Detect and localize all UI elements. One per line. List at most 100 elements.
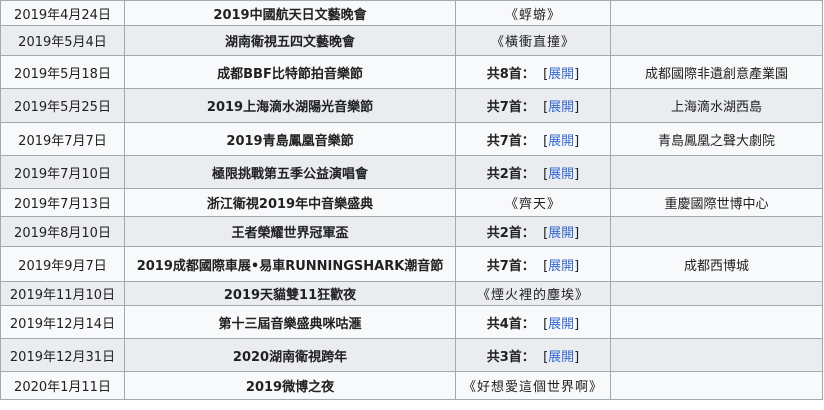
table-row: 2019年8月10日 王者榮耀世界冠軍盃 共2首： [展開] bbox=[0, 216, 823, 247]
venue-cell bbox=[610, 25, 823, 56]
venue-cell bbox=[610, 281, 823, 306]
songs-cell: 共7首： [展開] bbox=[455, 246, 611, 282]
expand-toggle[interactable]: [展開] bbox=[543, 226, 579, 241]
event-cell: 第十三屆音樂盛典咪咕滙 bbox=[124, 305, 456, 339]
table-row: 2020年1月11日 2019微博之夜 《好想愛這個世界啊》 bbox=[0, 371, 823, 400]
table-row: 2019年7月7日 2019青島鳳凰音樂節 共7首： [展開] 青島鳳凰之聲大劇院 bbox=[0, 122, 823, 156]
table-row: 2019年9月7日 2019成都國際車展•易車RUNNINGSHARK潮音節 共7首… bbox=[0, 246, 823, 282]
song-title: 《蜉蝣》 bbox=[504, 7, 561, 23]
event-cell: 2019天貓雙11狂歡夜 bbox=[124, 281, 456, 306]
table-row: 2019年12月14日 第十三屆音樂盛典咪咕滙 共4首： [展開] bbox=[0, 305, 823, 339]
table-row: 2019年12月31日 2020湖南衛視跨年 共3首： [展開] bbox=[0, 338, 823, 372]
date-cell: 2019年7月7日 bbox=[0, 122, 125, 156]
song-count: 共2首： bbox=[486, 226, 535, 241]
expand-toggle[interactable]: [展開] bbox=[543, 134, 579, 149]
event-cell: 2019上海滴水湖陽光音樂節 bbox=[124, 88, 456, 123]
song-count: 共8首： bbox=[486, 66, 535, 82]
expand-toggle[interactable]: [展開] bbox=[543, 259, 579, 274]
date-cell: 2019年5月25日 bbox=[0, 88, 125, 123]
venue-cell bbox=[610, 338, 823, 372]
event-cell: 2019成都國際車展•易車RUNNINGSHARK潮音節 bbox=[124, 246, 456, 282]
event-cell: 2019中國航天日文藝晚會 bbox=[124, 0, 456, 26]
date-cell: 2019年11月10日 bbox=[0, 281, 125, 306]
toggle-close-bracket: ] bbox=[574, 166, 580, 182]
date-cell: 2020年1月11日 bbox=[0, 371, 125, 400]
table-row: 2019年5月4日 湖南衛視五四文藝晚會 《橫衝直撞》 bbox=[0, 25, 823, 56]
event-cell: 王者榮耀世界冠軍盃 bbox=[124, 216, 456, 247]
event-cell: 極限挑戰第五季公益演唱會 bbox=[124, 155, 456, 189]
venue-cell: 上海滴水湖西島 bbox=[610, 88, 823, 123]
songs-cell: 《煙火裡的塵埃》 bbox=[455, 281, 611, 306]
song-title: 《煙火裡的塵埃》 bbox=[476, 288, 589, 303]
songs-cell: 《好想愛這個世界啊》 bbox=[455, 371, 611, 400]
songs-cell: 共8首： [展開] bbox=[455, 55, 611, 89]
toggle-close-bracket: ] bbox=[574, 349, 580, 365]
songs-cell: 共4首： [展開] bbox=[455, 305, 611, 339]
songs-cell: 共2首： [展開] bbox=[455, 155, 611, 189]
date-cell: 2019年4月24日 bbox=[0, 0, 125, 26]
venue-cell: 成都國際非遺創意產業園 bbox=[610, 55, 823, 89]
song-count: 共4首： bbox=[486, 316, 535, 332]
songs-cell: 《蜉蝣》 bbox=[455, 0, 611, 26]
expand-toggle[interactable]: [展開] bbox=[543, 317, 579, 332]
performance-table: 2019年4月24日 2019中國航天日文藝晚會 《蜉蝣》 2019年5月4日 湖南衛視… bbox=[0, 0, 823, 400]
venue-cell: 重慶國際世博中心 bbox=[610, 188, 823, 217]
toggle-close-bracket: ] bbox=[574, 133, 580, 149]
song-count: 共7首： bbox=[486, 133, 535, 149]
date-cell: 2019年5月18日 bbox=[0, 55, 125, 89]
venue-cell bbox=[610, 0, 823, 26]
expand-toggle[interactable]: [展開] bbox=[543, 350, 579, 365]
songs-cell: 《橫衝直撞》 bbox=[455, 25, 611, 56]
event-cell: 2019青島鳳凰音樂節 bbox=[124, 122, 456, 156]
venue-cell bbox=[610, 216, 823, 247]
table-row: 2019年11月10日 2019天貓雙11狂歡夜 《煙火裡的塵埃》 bbox=[0, 281, 823, 306]
date-cell: 2019年12月31日 bbox=[0, 338, 125, 372]
expand-link[interactable]: 展開 bbox=[548, 67, 574, 82]
toggle-close-bracket: ] bbox=[574, 66, 580, 82]
table-row: 2019年7月13日 浙江衛視2019年中音樂盛典 《齊天》 重慶國際世博中心 bbox=[0, 188, 823, 217]
expand-link[interactable]: 展開 bbox=[548, 167, 574, 182]
expand-toggle[interactable]: [展開] bbox=[543, 167, 579, 182]
date-cell: 2019年7月13日 bbox=[0, 188, 125, 217]
song-count: 共7首： bbox=[486, 258, 535, 274]
date-cell: 2019年5月4日 bbox=[0, 25, 125, 56]
expand-toggle[interactable]: [展開] bbox=[543, 67, 579, 82]
song-count: 共7首： bbox=[486, 100, 535, 115]
toggle-close-bracket: ] bbox=[574, 316, 580, 332]
table-row: 2019年5月18日 成都BBF比特節拍音樂節 共8首： [展開] 成都國際非遺創意產… bbox=[0, 55, 823, 89]
songs-cell: 共2首： [展開] bbox=[455, 216, 611, 247]
expand-link[interactable]: 展開 bbox=[548, 100, 574, 115]
venue-cell: 青島鳳凰之聲大劇院 bbox=[610, 122, 823, 156]
song-count: 共3首： bbox=[486, 349, 535, 365]
date-cell: 2019年7月10日 bbox=[0, 155, 125, 189]
table-row: 2019年5月25日 2019上海滴水湖陽光音樂節 共7首： [展開] 上海滴水湖西島 bbox=[0, 88, 823, 123]
song-title: 《齊天》 bbox=[504, 197, 561, 212]
date-cell: 2019年12月14日 bbox=[0, 305, 125, 339]
songs-cell: 《齊天》 bbox=[455, 188, 611, 217]
toggle-close-bracket: ] bbox=[574, 100, 580, 115]
venue-cell bbox=[610, 155, 823, 189]
event-cell: 成都BBF比特節拍音樂節 bbox=[124, 55, 456, 89]
event-cell: 2019微博之夜 bbox=[124, 371, 456, 400]
song-title: 《橫衝直撞》 bbox=[490, 35, 575, 50]
venue-cell bbox=[610, 305, 823, 339]
event-cell: 浙江衛視2019年中音樂盛典 bbox=[124, 188, 456, 217]
expand-link[interactable]: 展開 bbox=[548, 259, 574, 274]
venue-cell: 成都西博城 bbox=[610, 246, 823, 282]
table-row: 2019年4月24日 2019中國航天日文藝晚會 《蜉蝣》 bbox=[0, 0, 823, 26]
event-cell: 湖南衛視五四文藝晚會 bbox=[124, 25, 456, 56]
expand-link[interactable]: 展開 bbox=[548, 350, 574, 365]
toggle-close-bracket: ] bbox=[574, 226, 580, 241]
expand-toggle[interactable]: [展開] bbox=[543, 100, 579, 115]
event-cell: 2020湖南衛視跨年 bbox=[124, 338, 456, 372]
expand-link[interactable]: 展開 bbox=[548, 134, 574, 149]
songs-cell: 共7首： [展開] bbox=[455, 122, 611, 156]
songs-cell: 共3首： [展開] bbox=[455, 338, 611, 372]
venue-cell bbox=[610, 371, 823, 400]
expand-link[interactable]: 展開 bbox=[548, 226, 574, 241]
song-count: 共2首： bbox=[486, 166, 535, 182]
toggle-close-bracket: ] bbox=[574, 258, 580, 274]
expand-link[interactable]: 展開 bbox=[548, 317, 574, 332]
songs-cell: 共7首： [展開] bbox=[455, 88, 611, 123]
date-cell: 2019年9月7日 bbox=[0, 246, 125, 282]
